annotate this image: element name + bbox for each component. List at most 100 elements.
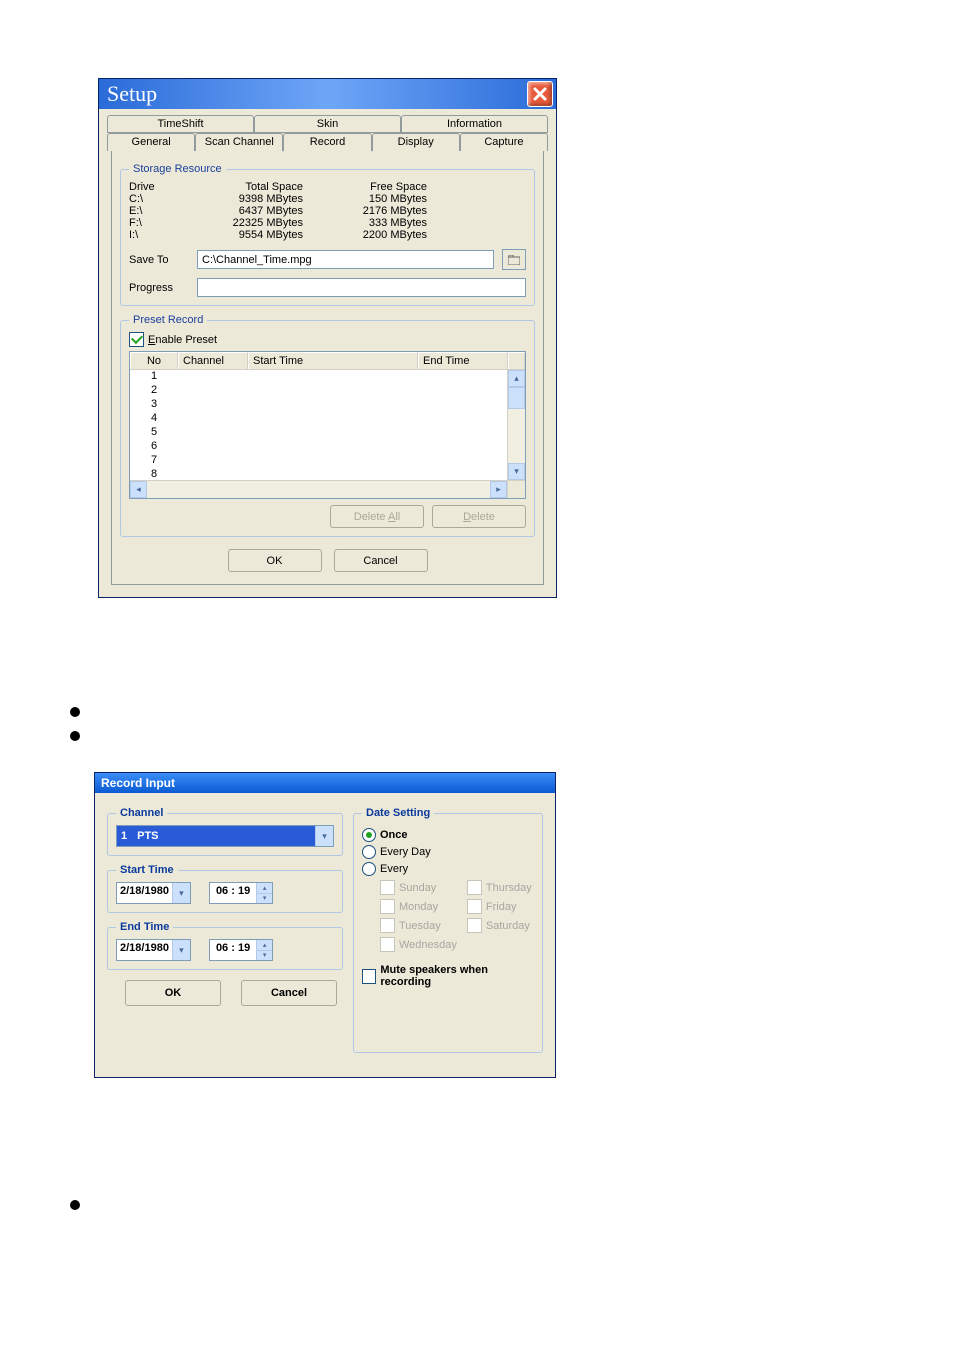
radio-every-label: Every [380, 863, 408, 875]
delete-all-button[interactable]: Delete AllDelete All [330, 505, 424, 528]
drive-row-d: F:\ [129, 217, 179, 229]
close-icon [533, 87, 547, 101]
check-sunday[interactable] [380, 880, 395, 895]
spin-up-icon[interactable]: ▴ [257, 940, 272, 951]
preset-record-group: Preset Record EEnable Presetnable Preset… [120, 314, 535, 537]
days-grid: Sunday Thursday Monday Friday Tuesday Sa… [380, 880, 534, 952]
col-start-time[interactable]: Start Time [248, 352, 418, 369]
end-time-group: End Time 2/18/1980 ▾ 06 : 19 ▴ ▾ [107, 921, 343, 970]
record-input-titlebar: Record Input [95, 773, 555, 793]
preset-list-body: ▴ ▾ 1 2 3 4 5 6 7 8 [130, 370, 525, 480]
progress-label: Progress [129, 282, 189, 294]
tab-timeshift[interactable]: TimeShift [107, 115, 254, 133]
start-time-spinner[interactable]: 06 : 19 ▴ ▾ [209, 882, 273, 904]
setup-dialog: Setup TimeShift Skin Information General… [98, 78, 557, 598]
channel-legend: Channel [116, 807, 167, 819]
enable-preset-checkbox[interactable] [129, 332, 144, 347]
list-item: 4 [130, 412, 525, 426]
radio-once[interactable] [362, 828, 376, 842]
scroll-up-button[interactable]: ▴ [508, 370, 525, 387]
preset-list-header: No Channel Start Time End Time [130, 352, 525, 370]
drive-col-drive: Drive [129, 181, 179, 193]
date-setting-group: Date Setting Once Every Day Every Sunday… [353, 807, 543, 1053]
drive-col-total: Total Space [183, 181, 303, 193]
scroll-down-button[interactable]: ▾ [508, 463, 525, 480]
save-to-input[interactable] [197, 250, 494, 269]
channel-group: Channel 1 PTS ▾ [107, 807, 343, 856]
tab-record[interactable]: Record [283, 133, 371, 152]
drive-row-d: E:\ [129, 205, 179, 217]
delete-button[interactable]: DeleteDelete [432, 505, 526, 528]
chevron-down-icon[interactable]: ▾ [315, 826, 333, 846]
save-to-label: Save To [129, 254, 189, 266]
browse-button[interactable] [502, 249, 526, 270]
setup-titlebar: Setup [99, 79, 556, 109]
horizontal-scrollbar[interactable]: ◂ ▸ [130, 480, 525, 498]
end-date-picker[interactable]: 2/18/1980 ▾ [116, 939, 191, 961]
spin-down-icon[interactable]: ▾ [257, 951, 272, 961]
scroll-thumb[interactable] [508, 387, 525, 409]
chevron-down-icon[interactable]: ▾ [172, 940, 190, 960]
start-date-picker[interactable]: 2/18/1980 ▾ [116, 882, 191, 904]
channel-number: 1 [121, 830, 127, 842]
chevron-down-icon[interactable]: ▾ [172, 883, 190, 903]
tab-information[interactable]: Information [401, 115, 548, 133]
close-button[interactable] [527, 81, 553, 107]
scroll-right-button[interactable]: ▸ [490, 481, 507, 498]
start-time-group: Start Time 2/18/1980 ▾ 06 : 19 ▴ ▾ [107, 864, 343, 913]
date-setting-legend: Date Setting [362, 807, 434, 819]
vertical-scrollbar[interactable]: ▴ ▾ [507, 370, 525, 480]
record-cancel-button[interactable]: Cancel [241, 980, 337, 1006]
progress-bar [197, 278, 526, 297]
spin-down-icon[interactable]: ▾ [257, 894, 272, 904]
channel-combo[interactable]: 1 PTS ▾ [116, 825, 334, 847]
end-date-value: 2/18/1980 [117, 940, 172, 960]
spin-up-icon[interactable]: ▴ [257, 883, 272, 894]
preset-list[interactable]: No Channel Start Time End Time ▴ ▾ [129, 351, 526, 499]
drive-col-free: Free Space [307, 181, 427, 193]
check-monday[interactable] [380, 899, 395, 914]
day-friday-label: Friday [486, 901, 517, 913]
radio-every[interactable] [362, 862, 376, 876]
drive-row-f: 150 MBytes [307, 193, 427, 205]
scroll-left-button[interactable]: ◂ [130, 481, 147, 498]
list-item: 1 [130, 370, 525, 384]
list-item: 8 [130, 468, 525, 480]
cancel-button[interactable]: Cancel [334, 549, 428, 572]
drive-row-f: 2176 MBytes [307, 205, 427, 217]
record-ok-button[interactable]: OK [125, 980, 221, 1006]
enable-preset-label: EEnable Presetnable Preset [148, 334, 217, 346]
day-tuesday-label: Tuesday [399, 920, 441, 932]
col-end-time[interactable]: End Time [418, 352, 508, 369]
tab-capture[interactable]: Capture [460, 133, 548, 151]
check-saturday[interactable] [467, 918, 482, 933]
drive-row-d: I:\ [129, 229, 179, 241]
storage-legend: Storage Resource [129, 163, 226, 175]
radio-every-day-label: Every Day [380, 846, 431, 858]
check-friday[interactable] [467, 899, 482, 914]
drive-row-t: 22325 MBytes [183, 217, 303, 229]
tab-general[interactable]: General [107, 133, 195, 151]
day-saturday-label: Saturday [486, 920, 530, 932]
col-channel[interactable]: Channel [178, 352, 248, 369]
drive-row-f: 333 MBytes [307, 217, 427, 229]
tab-skin[interactable]: Skin [254, 115, 401, 133]
channel-name: PTS [137, 830, 158, 842]
start-time-value: 06 : 19 [210, 883, 256, 903]
col-scroll-spacer [508, 352, 525, 369]
record-tab-panel: Storage Resource Drive Total Space Free … [111, 151, 544, 585]
drive-row-f: 2200 MBytes [307, 229, 427, 241]
col-no[interactable]: No [130, 352, 178, 369]
browse-icon [508, 255, 520, 265]
ok-button[interactable]: OK [228, 549, 322, 572]
check-tuesday[interactable] [380, 918, 395, 933]
tab-display[interactable]: Display [372, 133, 460, 151]
radio-once-label: Once [380, 829, 408, 841]
tab-scan-channel[interactable]: Scan Channel [195, 133, 283, 151]
day-thursday-label: Thursday [486, 882, 532, 894]
radio-every-day[interactable] [362, 845, 376, 859]
end-time-spinner[interactable]: 06 : 19 ▴ ▾ [209, 939, 273, 961]
mute-checkbox[interactable] [362, 969, 376, 984]
check-thursday[interactable] [467, 880, 482, 895]
check-wednesday[interactable] [380, 937, 395, 952]
